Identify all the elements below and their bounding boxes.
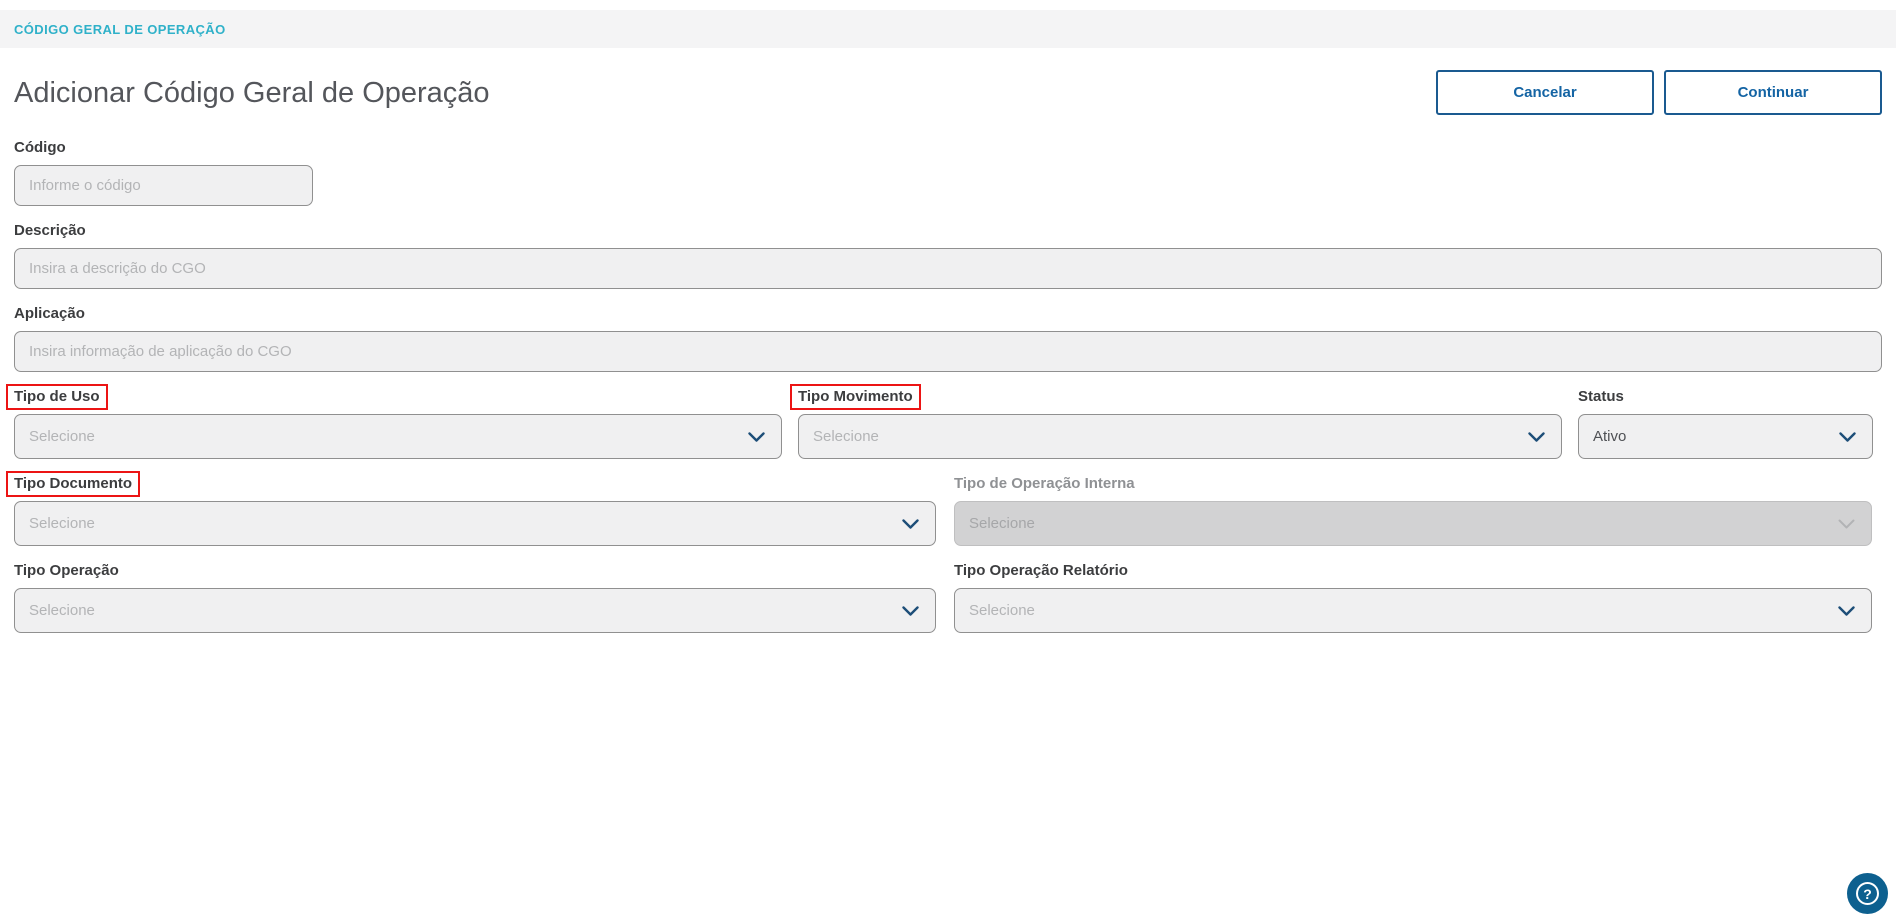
chevron-down-icon [902,606,919,616]
codigo-label: Código [14,139,66,156]
tipo-documento-highlight-box: Tipo Documento [6,471,140,497]
field-tipo-operacao: Tipo Operação Selecione [14,560,936,633]
row-documento-operacao-interna: Tipo Documento Selecione Tipo de Operaçã… [14,473,1882,546]
row-tipo-uso-movimento-status: Tipo de Uso Selecione Tipo Movimento Sel… [14,386,1882,459]
tipo-operacao-relatorio-value: Selecione [969,602,1035,619]
aplicacao-input[interactable] [14,331,1882,372]
breadcrumb-bar: CÓDIGO GERAL DE OPERAÇÃO [0,10,1896,48]
field-status: Status Ativo [1578,386,1873,459]
breadcrumb[interactable]: CÓDIGO GERAL DE OPERAÇÃO [14,22,226,37]
page: { "colors": { "accent_teal": "#2fb1c9", … [0,10,1896,919]
tipo-documento-select[interactable]: Selecione [14,501,936,546]
tipo-movimento-select[interactable]: Selecione [798,414,1562,459]
chevron-down-icon [902,519,919,529]
field-tipo-de-uso: Tipo de Uso Selecione [14,386,782,459]
chevron-down-icon [748,432,765,442]
tipo-movimento-label: Tipo Movimento [798,388,913,405]
field-codigo: Código [14,137,1882,206]
tipo-operacao-interna-value: Selecione [969,515,1035,532]
descricao-label: Descrição [14,222,86,239]
tipo-operacao-select[interactable]: Selecione [14,588,936,633]
tipo-documento-label: Tipo Documento [14,475,132,492]
tipo-documento-value: Selecione [29,515,95,532]
page-title: Adicionar Código Geral de Operação [14,73,490,113]
cancel-button[interactable]: Cancelar [1436,70,1654,115]
tipo-operacao-value: Selecione [29,602,95,619]
continue-button[interactable]: Continuar [1664,70,1882,115]
field-tipo-operacao-relatorio: Tipo Operação Relatório Selecione [954,560,1872,633]
help-button[interactable]: ? [1847,873,1888,914]
chevron-down-icon [1839,432,1856,442]
tipo-de-uso-select[interactable]: Selecione [14,414,782,459]
field-tipo-operacao-interna: Tipo de Operação Interna Selecione [954,473,1872,546]
field-tipo-movimento: Tipo Movimento Selecione [798,386,1562,459]
header-actions: Cancelar Continuar [1436,70,1882,115]
tipo-de-uso-value: Selecione [29,428,95,445]
tipo-operacao-relatorio-select[interactable]: Selecione [954,588,1872,633]
page-header: Adicionar Código Geral de Operação Cance… [14,70,1882,115]
aplicacao-label: Aplicação [14,305,85,322]
chevron-down-icon [1838,606,1855,616]
codigo-input[interactable] [14,165,313,206]
field-tipo-documento: Tipo Documento Selecione [14,473,936,546]
tipo-movimento-value: Selecione [813,428,879,445]
chevron-down-icon [1528,432,1545,442]
tipo-operacao-interna-select-disabled: Selecione [954,501,1872,546]
descricao-input[interactable] [14,248,1882,289]
row-operacao-relatorio: Tipo Operação Selecione Tipo Operação Re… [14,560,1882,633]
chevron-down-icon [1838,519,1855,529]
tipo-operacao-label: Tipo Operação [14,562,119,579]
status-value: Ativo [1593,428,1626,445]
form: Código Descrição Aplicação Tipo de Uso S… [14,137,1882,633]
field-aplicacao: Aplicação [14,303,1882,372]
field-descricao: Descrição [14,220,1882,289]
help-question-icon: ? [1856,882,1879,905]
tipo-movimento-highlight-box: Tipo Movimento [790,384,921,410]
tipo-operacao-relatorio-label: Tipo Operação Relatório [954,562,1128,579]
tipo-de-uso-label: Tipo de Uso [14,388,100,405]
tipo-de-uso-highlight-box: Tipo de Uso [6,384,108,410]
tipo-operacao-interna-label: Tipo de Operação Interna [954,475,1135,492]
status-label: Status [1578,388,1624,405]
status-select[interactable]: Ativo [1578,414,1873,459]
